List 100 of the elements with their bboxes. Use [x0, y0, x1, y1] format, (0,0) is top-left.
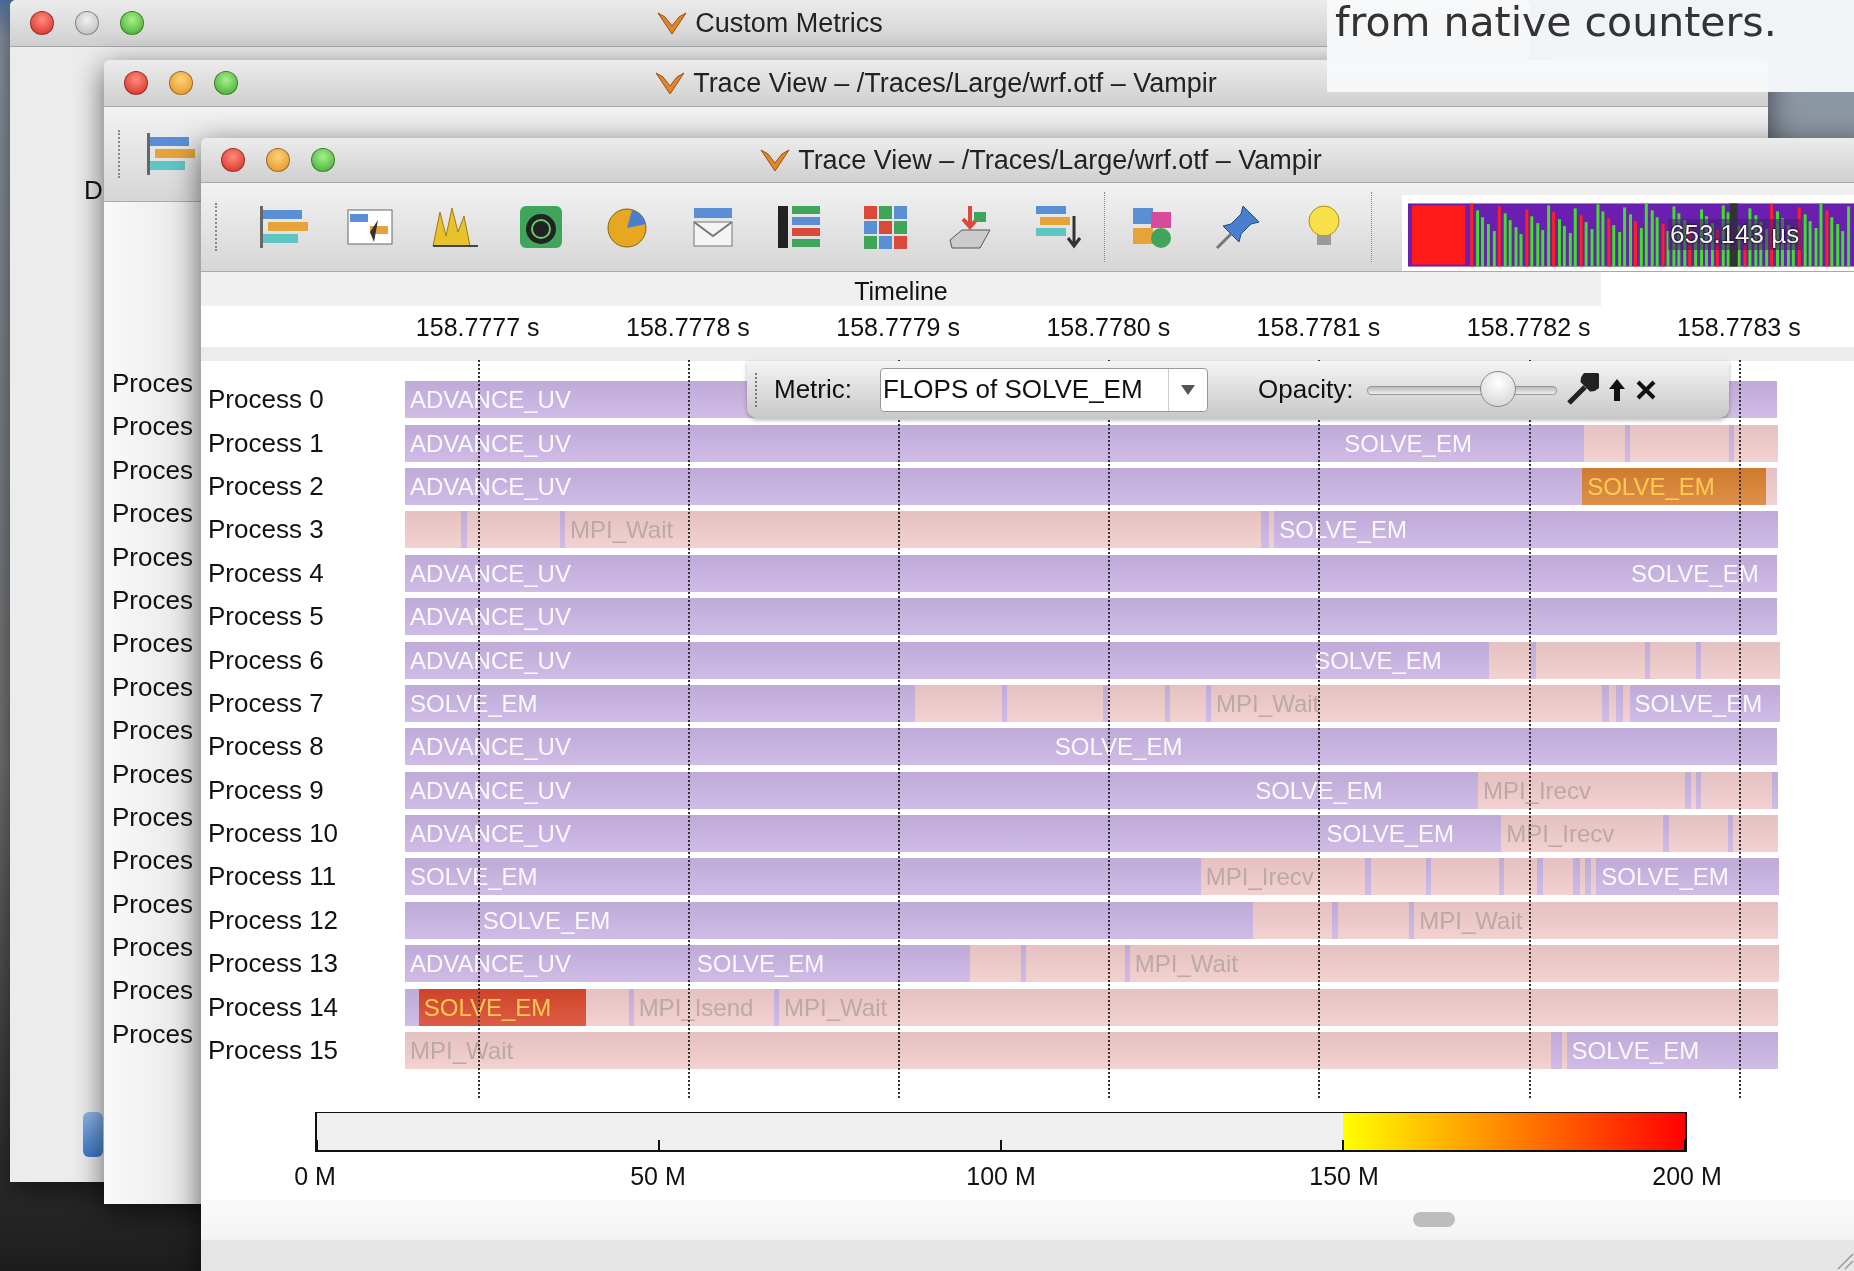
- process-name: Process 12: [207, 904, 340, 936]
- metric-dropdown[interactable]: FLOPS of SOLVE_EM: [880, 367, 1208, 412]
- timeline-segment[interactable]: SOLVE_EM: [1309, 641, 1489, 679]
- timeline-segment[interactable]: SOLVE_EM: [1566, 1032, 1778, 1070]
- close-button[interactable]: [30, 11, 54, 35]
- button[interactable]: [83, 1112, 103, 1157]
- window-title: Trace View – /Traces/Large/wrf.otf – Vampir: [798, 144, 1322, 176]
- process-name: Process 7: [207, 687, 325, 719]
- slider-thumb[interactable]: [1480, 370, 1517, 407]
- timeline-segment[interactable]: SOLVE_EM: [1596, 858, 1779, 896]
- minimize-button[interactable]: [75, 11, 99, 35]
- timeline-segment[interactable]: SOLVE_EM: [1629, 684, 1781, 722]
- close-button[interactable]: [124, 71, 148, 95]
- minimize-button[interactable]: [169, 71, 193, 95]
- opacity-label: Opacity:: [1258, 374, 1354, 405]
- scale-label: 100 M: [966, 1162, 1036, 1192]
- timeline-segment[interactable]: ADVANCE_UV: [405, 424, 1340, 462]
- process-name: Process 2: [207, 470, 325, 502]
- process-name: Process 4: [207, 557, 325, 589]
- minimize-button[interactable]: [266, 148, 290, 172]
- process-label: Proces: [111, 411, 194, 444]
- process-label: Proces: [111, 932, 194, 965]
- process-name: Process 15: [207, 1035, 340, 1067]
- time-tick-label: 158.7783 s: [1677, 313, 1801, 342]
- timeline-segment[interactable]: SOLVE_EM: [1339, 424, 1584, 462]
- timeline-segment[interactable]: [1488, 641, 1532, 679]
- zoom-button[interactable]: [214, 71, 238, 95]
- scale-label: 50 M: [630, 1162, 686, 1192]
- process-label: Proces: [111, 801, 194, 834]
- window-title: Trace View – /Traces/Large/wrf.otf – Vampir: [693, 67, 1217, 99]
- process-name: Process 3: [207, 514, 325, 546]
- timeline-segment[interactable]: SOLVE_EM: [418, 988, 587, 1026]
- time-tick-label: 158.7778 s: [626, 313, 750, 342]
- timeline-segment[interactable]: [1504, 858, 1538, 896]
- scale-label: 0 M: [294, 1162, 336, 1192]
- panel-title: Timeline: [201, 272, 1601, 306]
- timeline-segment[interactable]: ADVANCE_UV: [405, 771, 1251, 809]
- wrench-icon[interactable]: [1565, 372, 1600, 407]
- window-title: Custom Metrics: [695, 7, 883, 39]
- process-label: Proces: [111, 541, 194, 574]
- timeline-segment[interactable]: ADVANCE_UV: [405, 467, 1583, 505]
- timeline-segment[interactable]: ADVANCE_UV: [405, 728, 1050, 766]
- time-span-label: 653.143 µs: [1668, 219, 1802, 250]
- timeline-overview[interactable]: 653.143 µs: [1402, 195, 1854, 271]
- timeline-segment[interactable]: SOLVE_EM: [1582, 467, 1766, 505]
- timeline-segment[interactable]: SOLVE_EM: [1626, 554, 1777, 592]
- process-label: Proces: [111, 368, 194, 400]
- toolbar-grip: [755, 372, 760, 407]
- close-button[interactable]: [221, 148, 245, 172]
- process-label: Proces: [111, 715, 194, 748]
- process-name: Process 13: [207, 948, 340, 980]
- timeline-segment[interactable]: ADVANCE_UV: [405, 815, 1322, 853]
- timeline-segment[interactable]: SOLVE_EM: [1274, 511, 1778, 549]
- metric-label: Metric:: [774, 374, 852, 405]
- process-label: Proces: [111, 975, 194, 1008]
- app-logo-icon: [655, 70, 686, 96]
- process-label: Proces: [111, 888, 194, 921]
- timeline-segment[interactable]: ADVANCE_UV: [405, 641, 1310, 679]
- timeline-segment[interactable]: SOLVE_EM: [1321, 815, 1502, 853]
- timeline-segment[interactable]: SOLVE_EM: [691, 945, 971, 983]
- process-name: Process 8: [207, 731, 325, 763]
- scrollbar-thumb[interactable]: [1413, 1212, 1455, 1228]
- process-name: Process 11: [207, 861, 338, 893]
- process-label: Proces: [111, 845, 194, 878]
- timeline-segment[interactable]: SOLVE_EM: [405, 858, 1201, 896]
- close-icon[interactable]: [1635, 378, 1658, 401]
- zoom-button[interactable]: [120, 11, 144, 35]
- timeline-segment[interactable]: [1732, 815, 1778, 853]
- time-tick-label: 158.7781 s: [1256, 313, 1381, 342]
- timeline-segment[interactable]: [1733, 424, 1778, 462]
- process-name: Process 6: [207, 644, 325, 676]
- scale-label: 150 M: [1309, 1162, 1379, 1192]
- process-label: Proces: [111, 498, 194, 531]
- caret-icon: [1181, 384, 1195, 395]
- process-name: Process 5: [207, 601, 325, 633]
- time-tick-label: 158.7782 s: [1466, 313, 1591, 342]
- timeline-segment[interactable]: SOLVE_EM: [405, 684, 916, 722]
- process-name: Process 10: [207, 818, 340, 850]
- process-label: Proces: [111, 584, 194, 617]
- process-label: Proces: [111, 628, 194, 661]
- app-logo-icon: [657, 10, 688, 36]
- process-label: Proces: [111, 758, 194, 791]
- timeline-segment[interactable]: ADVANCE_UV: [405, 945, 692, 983]
- process-name: Process 9: [207, 774, 325, 806]
- timeline-segment[interactable]: ADVANCE_UV: [405, 598, 1777, 636]
- timeline-segment[interactable]: SOLVE_EM: [1250, 771, 1478, 809]
- process-label: Proces: [111, 454, 194, 487]
- process-label: Proces: [111, 1018, 194, 1051]
- process-name: Process 1: [207, 427, 325, 459]
- time-tick-label: 158.7780 s: [1046, 313, 1171, 342]
- label: D: [84, 175, 103, 206]
- caption-text: from native counters.: [1327, 0, 1854, 92]
- timeline-segment[interactable]: SOLVE_EM: [477, 901, 1253, 939]
- scale-label: 200 M: [1652, 1162, 1722, 1192]
- timeline-segment[interactable]: SOLVE_EM: [1049, 728, 1777, 766]
- time-tick-label: 158.7779 s: [836, 313, 960, 342]
- time-tick-label: 158.7777 s: [415, 313, 540, 342]
- timeline-segment[interactable]: ADVANCE_UV: [405, 554, 1627, 592]
- process-name: Process 14: [207, 991, 340, 1023]
- zoom-button[interactable]: [311, 148, 335, 172]
